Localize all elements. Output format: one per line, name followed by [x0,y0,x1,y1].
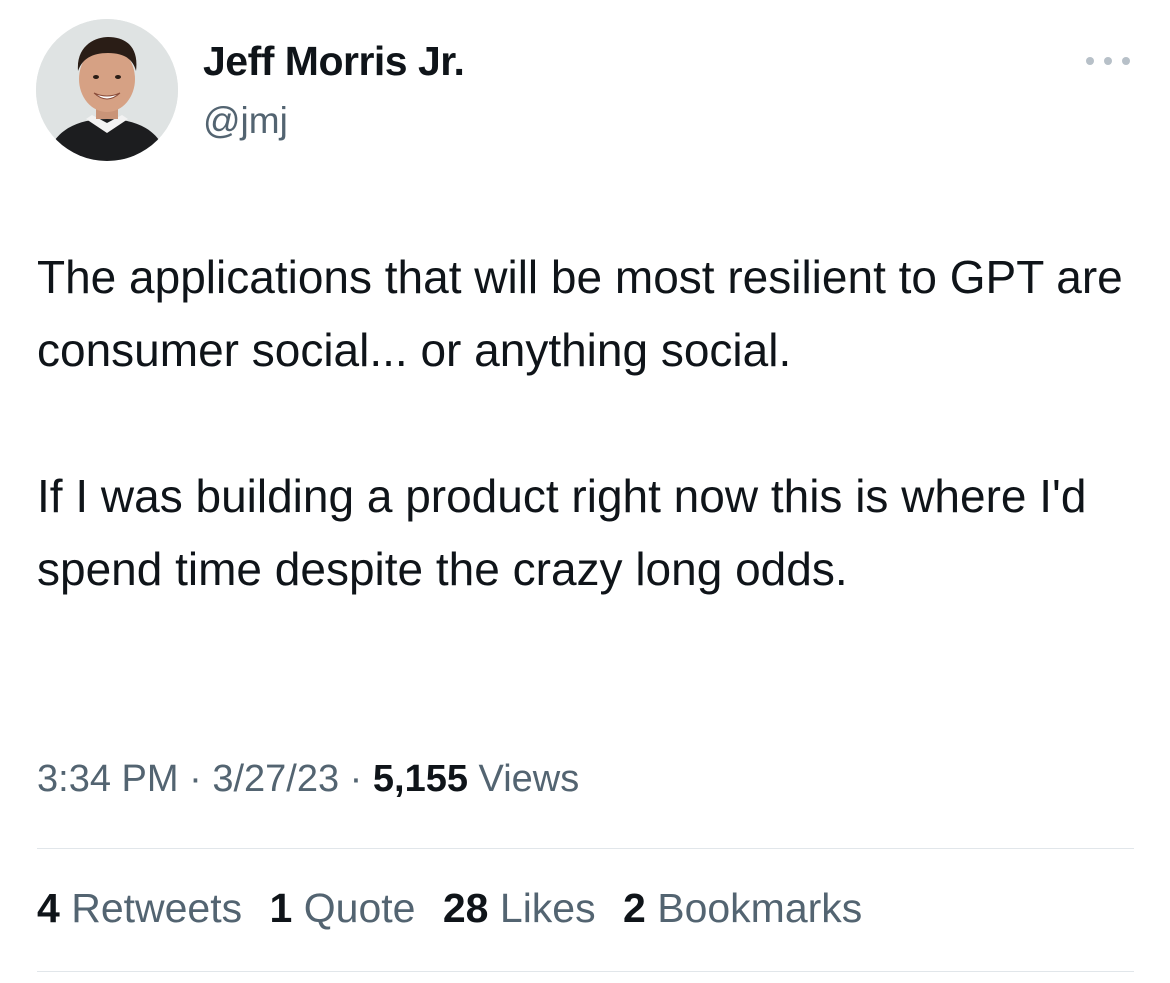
meta-separator: · [189,758,202,800]
divider [37,848,1134,849]
engagement-stats: 4 Retweets 1 Quote 28 Likes 2 Bookmarks [37,885,878,932]
views-count: 5,155 [372,758,468,800]
tweet-paragraph: The applications that will be most resil… [37,251,1123,376]
quotes-count: 1 [269,885,293,931]
tweet-time[interactable]: 3:34 PM [37,758,179,800]
more-options-button[interactable] [1080,40,1136,80]
tweet-text: The applications that will be most resil… [37,241,1137,606]
retweets-count: 4 [37,885,60,931]
bookmarks-stat[interactable]: 2 Bookmarks [623,885,862,931]
meta-separator: · [349,758,363,800]
avatar-photo [36,19,178,161]
author-name[interactable]: Jeff Morris Jr. [203,38,465,85]
views-label: Views [478,758,580,800]
tweet-paragraph: If I was building a product right now th… [37,470,1087,595]
likes-label: Likes [499,885,596,931]
bookmarks-label: Bookmarks [657,885,863,931]
tweet-meta: 3:34 PM · 3/27/23 · 5,155 Views [37,758,579,801]
author-handle[interactable]: @jmj [203,100,288,142]
avatar[interactable] [36,19,178,161]
retweets-label: Retweets [71,885,243,931]
retweets-stat[interactable]: 4 Retweets [37,885,242,931]
divider [37,971,1134,972]
likes-stat[interactable]: 28 Likes [443,885,596,931]
quotes-stat[interactable]: 1 Quote [270,885,416,931]
quotes-label: Quote [303,885,416,931]
bookmarks-count: 2 [623,885,646,931]
likes-count: 28 [442,885,489,931]
tweet-date[interactable]: 3/27/23 [212,758,339,800]
